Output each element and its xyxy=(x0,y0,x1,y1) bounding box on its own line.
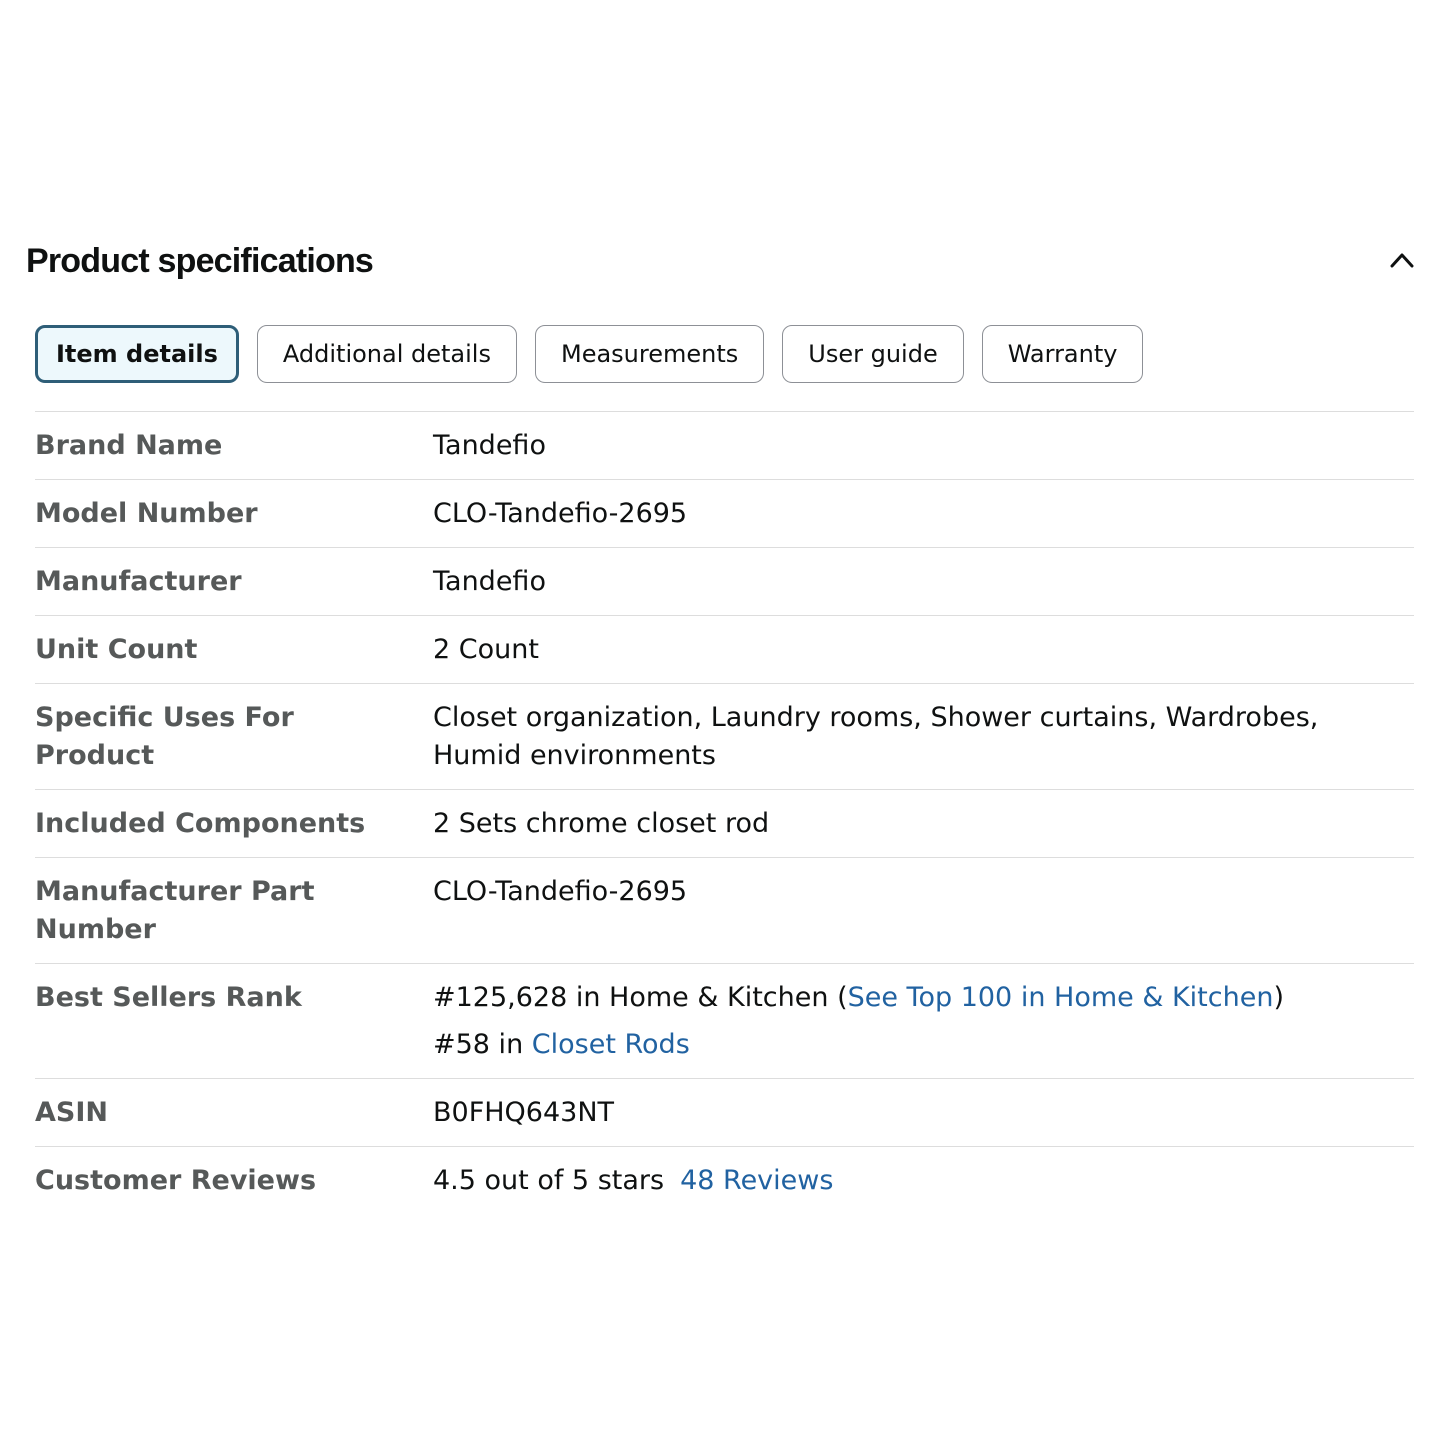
product-specifications-page: Product specifications Item details Addi… xyxy=(0,0,1440,1440)
spec-label: Brand Name xyxy=(35,430,223,461)
spec-row-manufacturer-part-number: Manufacturer Part Number CLO-Tandefio-26… xyxy=(35,858,1414,964)
spec-value: CLO-Tandefio-2695 xyxy=(433,876,688,907)
spec-row-unit-count: Unit Count 2 Count xyxy=(35,616,1414,684)
reviews-count: 48 xyxy=(680,1165,715,1196)
section-title: Product specifications xyxy=(26,242,374,280)
spec-label: Model Number xyxy=(35,498,258,529)
rank-text: #58 in xyxy=(433,1029,532,1060)
tab-additional-details[interactable]: Additional details xyxy=(256,325,517,383)
rank-line-2: #58 in Closet Rods xyxy=(433,1026,1414,1064)
spec-value: Tandefio xyxy=(433,430,546,461)
spec-row-included-components: Included Components 2 Sets chrome closet… xyxy=(35,790,1414,858)
rating-text: 4.5 out of 5 stars xyxy=(433,1165,665,1196)
spec-row-brand-name: Brand Name Tandefio xyxy=(35,412,1414,480)
spec-row-manufacturer: Manufacturer Tandefio xyxy=(35,548,1414,616)
spec-value: #125,628 in Home & Kitchen (See Top 100 … xyxy=(433,964,1414,1078)
spec-label: Manufacturer Part Number xyxy=(35,876,315,945)
spec-value: 2 Sets chrome closet rod xyxy=(433,808,770,839)
chevron-up-icon xyxy=(1390,253,1414,268)
spec-value: Tandefio xyxy=(433,566,546,597)
collapse-button[interactable] xyxy=(1384,242,1420,278)
tab-warranty[interactable]: Warranty xyxy=(981,325,1144,383)
spec-label: ASIN xyxy=(35,1097,108,1128)
reviews-label: Reviews xyxy=(723,1165,834,1196)
specs-table: Brand Name Tandefio Model Number CLO-Tan… xyxy=(35,411,1414,1214)
rank-text: ) xyxy=(1273,982,1284,1013)
spec-tabs: Item details Additional details Measurem… xyxy=(35,325,1144,383)
closet-rods-link[interactable]: Closet Rods xyxy=(532,1029,690,1060)
spec-row-customer-reviews: Customer Reviews 4.5 out of 5 stars 48 Re… xyxy=(35,1147,1414,1214)
tab-user-guide[interactable]: User guide xyxy=(782,325,964,383)
rank-line-1: #125,628 in Home & Kitchen (See Top 100 … xyxy=(433,979,1414,1017)
spec-value: Closet organization, Laundry rooms, Show… xyxy=(433,702,1319,771)
spec-label: Best Sellers Rank xyxy=(35,982,302,1013)
spec-value: 2 Count xyxy=(433,634,539,665)
spec-label: Included Components xyxy=(35,808,366,839)
spec-label: Customer Reviews xyxy=(35,1165,317,1196)
tab-measurements[interactable]: Measurements xyxy=(534,325,765,383)
spec-label: Specific Uses For Product xyxy=(35,702,294,771)
spec-row-model-number: Model Number CLO-Tandefio-2695 xyxy=(35,480,1414,548)
spec-label: Manufacturer xyxy=(35,566,242,597)
spec-value: CLO-Tandefio-2695 xyxy=(433,498,688,529)
reviews-link[interactable]: 48 Reviews xyxy=(680,1165,833,1196)
spec-row-best-sellers-rank: Best Sellers Rank #125,628 in Home & Kit… xyxy=(35,964,1414,1079)
tab-item-details[interactable]: Item details xyxy=(35,325,239,383)
section-header: Product specifications xyxy=(26,236,1420,292)
rank-text: #125,628 in Home & Kitchen ( xyxy=(433,982,848,1013)
see-top-100-link[interactable]: See Top 100 in Home & Kitchen xyxy=(848,982,1274,1013)
spec-value: B0FHQ643NT xyxy=(433,1097,615,1128)
spec-label: Unit Count xyxy=(35,634,198,665)
spec-row-specific-uses: Specific Uses For Product Closet organiz… xyxy=(35,684,1414,790)
spec-row-asin: ASIN B0FHQ643NT xyxy=(35,1079,1414,1147)
spec-value: 4.5 out of 5 stars 48 Reviews xyxy=(433,1147,1414,1214)
